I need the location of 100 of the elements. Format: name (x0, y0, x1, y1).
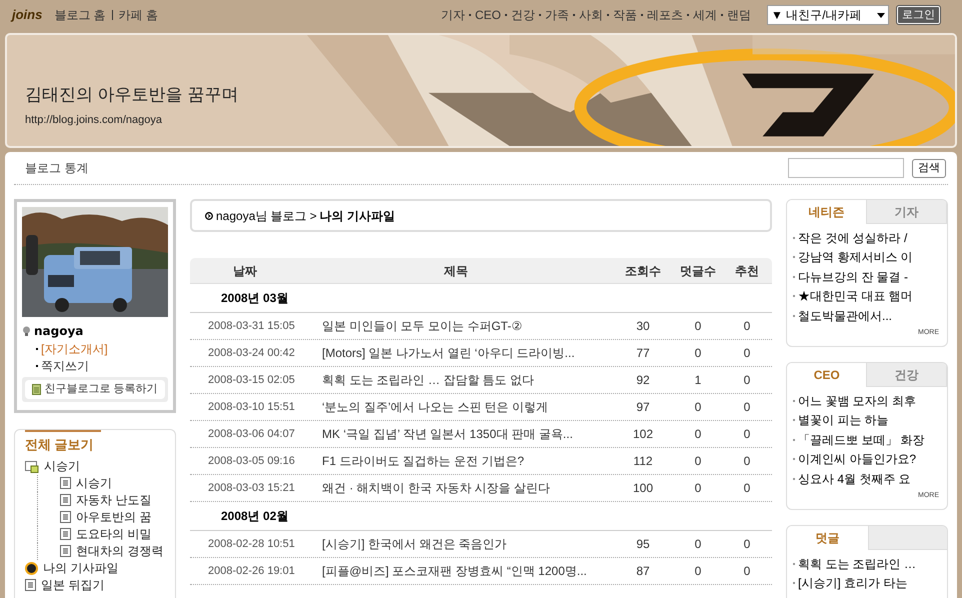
post-title-link[interactable]: F1 드라이버도 질겁하는 운전 기법은? (322, 452, 612, 470)
widget-list-link[interactable]: ★대한민국 대표 햄머 (798, 287, 913, 306)
section-link[interactable]: 사회 (579, 6, 603, 24)
column-header: 날짜 (232, 262, 258, 280)
post-title-link[interactable]: 왜건 · 해치백이 한국 자동차 시장을 살린다 (322, 479, 612, 497)
circle-icon (25, 562, 38, 574)
section-link[interactable]: 가족 (545, 6, 569, 24)
section-link[interactable]: 레포츠 (647, 6, 683, 24)
table-cell-text: 0 (694, 563, 702, 580)
post-title-link[interactable]: ‘분노의 질주’에서 나오는 스핀 턴은 이렇게 (322, 398, 612, 416)
table-cell-text: 2008-03-15 02:05 (207, 372, 296, 388)
section-link[interactable]: 랜덤 (727, 6, 751, 24)
widget-list-link[interactable]: [시승기] 효리가 타는 (798, 574, 908, 592)
table-cell-text: 0 (742, 563, 752, 580)
category-link[interactable]: 아우토반의 꿈 (76, 508, 152, 526)
table-cell-text: 2008-03-10 15:51 (207, 400, 296, 415)
widget-list-link[interactable]: 싱요사 4월 첫째주 요 (798, 470, 911, 488)
table-cell-text: 2008-03-05 09:16 (207, 454, 296, 469)
table-cell-text: 1 (694, 372, 702, 389)
column-header: 추천 (734, 262, 760, 280)
widget-list-link[interactable]: 다뉴브강의 잔 물결 - (798, 268, 908, 286)
widget-list-link[interactable]: 어느 꽃뱀 모자의 최후 (798, 392, 916, 410)
table-cell-text: 0 (742, 536, 752, 553)
login-button[interactable]: 로그인 (897, 6, 940, 24)
table-cell-text: 0 (694, 480, 702, 497)
note-icon (32, 384, 42, 395)
category-link[interactable]: 현대차의 경쟁력 (76, 542, 164, 560)
category-title: 전체 글보기 (25, 436, 95, 454)
blog-link[interactable]: nagoya님 블로그 (216, 206, 307, 224)
blog-url[interactable]: http://blog.joins.com/nagoya (25, 112, 307, 128)
link-divider (112, 10, 113, 20)
widget-list-link[interactable]: 획획 도는 조립라인 … (798, 554, 916, 573)
category-link[interactable]: 일본 뒤집기 (41, 576, 104, 594)
table-cell-text: 0 (742, 345, 752, 362)
category-link[interactable]: 자동차 난도질 (76, 491, 152, 509)
profile-link[interactable]: 쪽지쓰기 (41, 356, 89, 374)
current-page: 나의 기사파일 (320, 208, 396, 224)
category-link[interactable]: 나의 기사파일 (43, 559, 118, 577)
category-link[interactable]: 도요타의 비밀 (76, 525, 152, 543)
table-cell-text: 2008-03-06 04:07 (207, 426, 296, 442)
logo[interactable]: joins (12, 5, 42, 25)
widget-list-link[interactable]: 작은 것에 성실하라 / (798, 228, 908, 247)
post-title-link[interactable]: [시승기] 한국에서 왜건은 죽음인가 (322, 535, 612, 553)
widget-list-link[interactable]: 철도박물관에서... (798, 306, 892, 325)
table-cell-text: 77 (635, 345, 651, 362)
section-link[interactable]: 세계 (693, 6, 717, 24)
widget-list-link[interactable]: 「끌레드뽀 보떼」 화장 (798, 430, 925, 449)
section-link[interactable]: 작품 (613, 6, 637, 24)
category-link[interactable]: 시승기 (44, 457, 80, 475)
column-header: 덧글수 (679, 262, 717, 280)
table-cell-text: 0 (694, 399, 702, 416)
document-icon (60, 477, 71, 489)
table-cell-text: 0 (694, 426, 702, 443)
blog-title: 김태진의 아우토반을 꿈꾸며 (25, 84, 240, 106)
table-cell-text: 2008-03-03 15:21 (207, 480, 296, 496)
document-icon (60, 545, 71, 557)
widget-list-link[interactable]: 강남역 황제서비스 이 (798, 248, 913, 266)
document-icon (60, 528, 71, 540)
post-title-link[interactable]: [Motors] 일본 나가노서 열린 ‘아우디 드라이빙... (322, 344, 612, 362)
post-title-link[interactable]: [피플@비즈] 포스코재팬 장병효씨 “인맥 1200명... (322, 562, 612, 580)
table-cell-text: 0 (742, 318, 752, 335)
table-cell-text: 0 (742, 426, 752, 443)
document-icon (60, 511, 71, 523)
column-header: 조회수 (624, 262, 662, 280)
table-cell-text: 102 (632, 426, 654, 443)
table-cell-text: 0 (742, 480, 752, 497)
section-link[interactable]: 건강 (511, 6, 535, 24)
post-title-link[interactable]: 일본 미인들이 모두 모이는 수퍼GT-② (322, 317, 612, 335)
section-link[interactable]: 기자 (440, 6, 465, 24)
top-link[interactable]: 블로그 홈 (54, 6, 106, 24)
stats-link[interactable]: 블로그 통계 (25, 159, 88, 177)
post-title-link[interactable]: 획획 도는 조립라인 … 잡담할 틈도 없다 (322, 371, 612, 389)
caret-icon (877, 12, 885, 18)
table-cell-text: 2008-03-24 00:42 (207, 346, 296, 361)
category-link[interactable]: 시승기 (76, 474, 112, 492)
table-cell-text: 0 (694, 453, 702, 470)
table-cell-text: 0 (742, 399, 752, 416)
table-cell-text: 97 (635, 399, 651, 416)
document-icon (60, 494, 71, 506)
document-icon (25, 579, 36, 591)
folder-icon (25, 460, 39, 472)
profile-link[interactable]: [자기소개서] (41, 340, 108, 358)
table-cell-text: 2008-02-28 10:51 (207, 536, 296, 552)
section-link[interactable]: CEO (474, 6, 501, 24)
search-button[interactable]: 검색 (912, 158, 946, 178)
table-cell-text: 100 (632, 480, 654, 497)
friends-dropdown[interactable]: ▼ 내친구/내카페 (767, 5, 889, 25)
widget-list-link[interactable]: 별꽃이 피는 하늘 (798, 411, 889, 430)
month-heading: 2008년 03월 (221, 290, 288, 307)
table-cell-text: 95 (635, 536, 651, 553)
table-cell-text: 0 (694, 318, 702, 335)
top-link[interactable]: 카페 홈 (118, 6, 158, 24)
post-title-link[interactable]: MK ‘극일 집념’ 작년 일본서 1350대 판매 굴욕... (322, 425, 612, 443)
breadcrumb-separator: > (310, 208, 317, 224)
table-cell-text: 0 (694, 345, 702, 362)
widget-list-link[interactable]: 이계인씨 아들인가요? (798, 450, 916, 468)
search-field[interactable] (788, 158, 904, 178)
table-cell-text: 112 (632, 453, 654, 470)
table-cell-text: 2008-02-26 19:01 (207, 564, 296, 579)
add-friend-button[interactable]: 친구블로그로 등록하기 (25, 380, 165, 399)
